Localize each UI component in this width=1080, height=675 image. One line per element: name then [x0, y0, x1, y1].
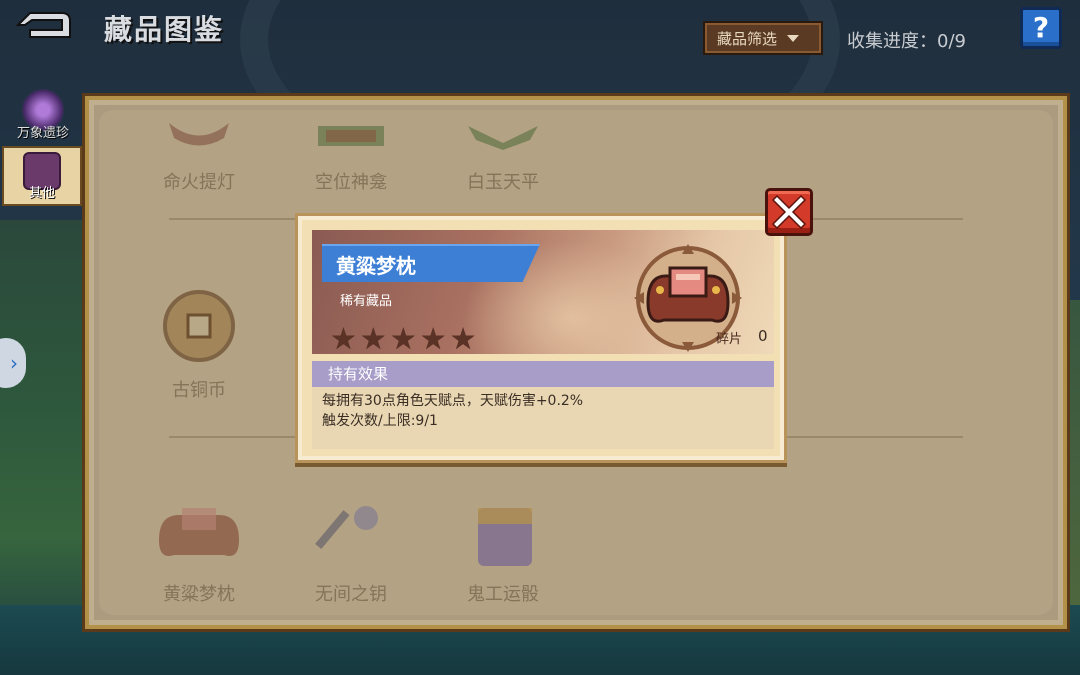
back-button[interactable] [12, 8, 74, 42]
item-rarity: 稀有藏品 [340, 294, 393, 309]
chevron-down-icon [787, 34, 800, 42]
filter-dropdown[interactable]: 藏品筛选 [703, 21, 823, 55]
tab-wanxiang[interactable]: 万象遗珍 [0, 88, 86, 141]
star-rating: ★ ★ ★ ★ ★ [330, 322, 477, 355]
star-icon: ★ [359, 322, 387, 355]
filter-label: 藏品筛选 [717, 29, 778, 48]
effect-header: 持有效果 [312, 361, 774, 387]
effect-line: 触发次数/上限:9/1 [322, 413, 438, 429]
star-icon: ★ [389, 322, 417, 355]
effect-line: 每拥有30点角色天赋点，天赋伤害+0.2% [322, 393, 584, 409]
tab-label: 其他 [28, 186, 55, 201]
page-title: 藏品图鉴 [104, 13, 225, 46]
star-icon: ★ [330, 322, 357, 355]
close-button[interactable] [765, 188, 813, 236]
back-arrow-icon [15, 12, 71, 38]
close-icon [771, 194, 807, 229]
item-banner: 黄粱梦枕 稀有藏品 ★ ★ ★ ★ ★ 碎片 0 [312, 230, 774, 354]
tab-other[interactable]: 其他 [2, 146, 82, 206]
help-button[interactable]: ? [1020, 7, 1062, 49]
fragment-label: 碎片 [716, 332, 743, 347]
item-name: 黄粱梦枕 [336, 254, 416, 278]
item-detail-popup: 黄粱梦枕 稀有藏品 ★ ★ ★ ★ ★ 碎片 0 持有效果 每拥有30点角色天赋… [298, 216, 784, 460]
tab-label: 万象遗珍 [16, 126, 69, 141]
effect-description: 每拥有30点角色天赋点，天赋伤害+0.2% 触发次数/上限:9/1 [312, 387, 774, 449]
star-icon: ★ [419, 322, 447, 355]
star-icon: ★ [449, 322, 477, 355]
collection-progress: 收集进度：0/9 [847, 31, 966, 52]
fragment-count: 0 [758, 327, 768, 345]
